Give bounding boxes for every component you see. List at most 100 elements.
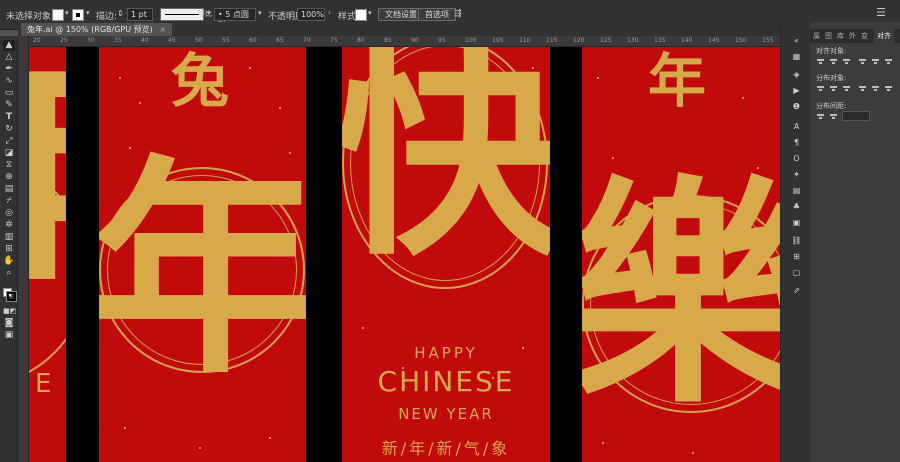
hand-tool-icon[interactable]: ✋ xyxy=(3,256,15,267)
shape-builder-tool-icon[interactable]: ⊕ xyxy=(3,172,15,183)
distribute-vcenter-icon[interactable] xyxy=(829,84,838,92)
gradient-tool-icon[interactable]: ▤ xyxy=(3,184,15,195)
rabbit-char: 兔 xyxy=(171,47,230,115)
preferences-button[interactable]: 首选项 xyxy=(418,8,456,21)
scale-tool-icon[interactable]: ⤢ xyxy=(3,136,15,147)
character-icon[interactable]: A xyxy=(791,122,802,132)
chevron-down-icon[interactable]: ▾ xyxy=(368,9,372,17)
stroke-weight-field[interactable]: 1 pt xyxy=(127,8,153,21)
close-icon[interactable]: × xyxy=(159,25,166,34)
ruler-mark: 120 xyxy=(573,37,585,44)
opentype-icon[interactable]: O xyxy=(791,154,802,164)
stroke-color-icon[interactable] xyxy=(6,291,17,302)
distribute-hcenter-icon[interactable] xyxy=(871,84,880,92)
opacity-field[interactable]: 100% xyxy=(297,8,325,21)
layers-icon[interactable]: ◈ xyxy=(791,70,802,80)
document-tab-bar: 兔年.ai @ 150% (RGB/GPU 预览) × xyxy=(18,22,780,36)
fill-swatch[interactable] xyxy=(52,9,64,21)
color-mode-icon[interactable]: ■◩ xyxy=(3,306,16,317)
expand-icon[interactable]: « xyxy=(791,36,802,46)
pencil-tool-icon[interactable]: ✎ xyxy=(3,100,15,111)
vertical-spacing-icon[interactable] xyxy=(816,112,825,120)
play-icon[interactable]: ▶ xyxy=(791,86,802,96)
graphic-styles-icon[interactable]: ▣ xyxy=(791,218,802,228)
info-icon[interactable]: ❶ xyxy=(791,102,802,112)
ruler-mark: 135 xyxy=(654,37,666,44)
graph-tool-icon[interactable]: ▥ xyxy=(3,232,15,243)
direct-selection-tool-icon[interactable]: △ xyxy=(3,52,15,63)
distribute-right-icon[interactable] xyxy=(884,84,893,92)
rotate-tool-icon[interactable]: ↻ xyxy=(3,124,15,135)
width-tool-icon[interactable]: ⧖ xyxy=(3,160,15,171)
curvature-tool-icon[interactable]: ∿ xyxy=(3,76,15,87)
properties-icon[interactable]: ▦ xyxy=(791,52,802,62)
spacing-value-field[interactable] xyxy=(842,111,870,121)
stroke-label: 描边: xyxy=(96,12,118,22)
align-bottom-icon[interactable] xyxy=(884,57,893,65)
artboard-canvas[interactable]: 年 E 兔 年 快 xyxy=(29,47,780,462)
confetti xyxy=(124,427,126,429)
rectangle-tool-icon[interactable]: ▭ xyxy=(3,88,15,99)
zoom-tool-icon[interactable]: ⌕ xyxy=(3,268,15,279)
ruler-mark: 25 xyxy=(60,37,68,44)
tab-appearance[interactable]: 外 xyxy=(849,31,856,41)
symbols-icon[interactable]: ♣ xyxy=(791,202,802,212)
tab-layers[interactable]: 图 xyxy=(825,31,832,41)
eyedropper-tool-icon[interactable]: ⌿ xyxy=(3,196,15,207)
vertical-ruler xyxy=(18,36,29,462)
symbol-sprayer-tool-icon[interactable]: ✲ xyxy=(3,220,15,231)
export-icon[interactable]: ⇗ xyxy=(791,286,802,296)
banner-panel-3: 快 HAPPY CHINESE NEW YEAR 新/年/新/气/象 xyxy=(342,47,550,462)
chevron-down-icon[interactable]: ▾ xyxy=(65,9,69,17)
brushes-icon[interactable]: ✶ xyxy=(791,170,802,180)
distribute-bottom-icon[interactable] xyxy=(842,84,851,92)
tab-transform[interactable]: 变 xyxy=(861,31,868,41)
pen-tool-icon[interactable]: ✒ xyxy=(3,64,15,75)
panel-icon-column: « ▦ ◈ ▶ ❶ A ¶ O ✶ ▤ ♣ ▣ ⛓ ⊞ ▢ ⇗ xyxy=(780,22,810,462)
align-hcenter-icon[interactable] xyxy=(829,57,838,65)
artboards-icon[interactable]: ▢ xyxy=(791,268,802,278)
ruler-mark: 125 xyxy=(600,37,612,44)
type-tool-icon[interactable]: T xyxy=(3,112,15,123)
panel-tabs: 属 图 库 外 变 对齐 xyxy=(810,29,900,43)
distribute-left-icon[interactable] xyxy=(858,84,867,92)
document-tab[interactable]: 兔年.ai @ 150% (RGB/GPU 预览) × xyxy=(21,23,173,36)
screen-mode-icon[interactable]: ▣ xyxy=(3,330,15,341)
align-left-icon[interactable] xyxy=(816,57,825,65)
eraser-tool-icon[interactable]: ◪ xyxy=(3,148,15,159)
confetti xyxy=(742,97,744,99)
align-vcenter-icon[interactable] xyxy=(871,57,880,65)
horizontal-spacing-icon[interactable] xyxy=(829,112,838,120)
chevron-right-icon[interactable]: › xyxy=(328,9,331,17)
paragraph-icon[interactable]: ¶ xyxy=(791,138,802,148)
chevron-down-icon[interactable]: ▾ xyxy=(86,9,90,17)
artboard-tool-icon[interactable]: ⊞ xyxy=(3,244,15,255)
blend-tool-icon[interactable]: ◎ xyxy=(3,208,15,219)
tab-libraries[interactable]: 库 xyxy=(837,31,844,41)
ruler-mark: 140 xyxy=(681,37,693,44)
chevron-down-icon[interactable]: ▾ xyxy=(258,9,262,17)
style-swatch[interactable] xyxy=(355,9,367,21)
selection-tool-icon[interactable]: ▲ xyxy=(3,40,15,51)
asset-export-icon[interactable]: ⊞ xyxy=(791,252,802,262)
align-top-icon[interactable] xyxy=(858,57,867,65)
stroke-swatch[interactable] xyxy=(72,9,84,21)
confetti xyxy=(279,107,281,109)
arrange-icon[interactable]: ⇶ xyxy=(454,9,462,19)
chinese-text: CHINESE xyxy=(377,365,515,398)
links-icon[interactable]: ⛓ xyxy=(791,236,802,246)
document-tab-title: 兔年.ai @ 150% (RGB/GPU 预览) xyxy=(27,25,153,34)
panel-menu-icon[interactable]: ☰ xyxy=(876,6,886,19)
draw-mode-icon[interactable]: ◙ xyxy=(3,318,15,329)
edge-letter: E xyxy=(35,369,52,399)
stepper-icon[interactable]: ⇕ xyxy=(117,9,124,18)
tab-properties[interactable]: 属 xyxy=(813,31,820,41)
tab-align[interactable]: 对齐 xyxy=(874,29,894,43)
distribute-top-icon[interactable] xyxy=(816,84,825,92)
chevron-down-icon[interactable]: ▾ xyxy=(207,9,211,17)
align-right-icon[interactable] xyxy=(842,57,851,65)
brush-definition-field[interactable]: • 5 点圆形 xyxy=(214,8,256,30)
ruler-mark: 110 xyxy=(519,37,531,44)
swatches-icon[interactable]: ▤ xyxy=(791,186,802,196)
banner-panel-2: 兔 年 xyxy=(99,47,306,462)
